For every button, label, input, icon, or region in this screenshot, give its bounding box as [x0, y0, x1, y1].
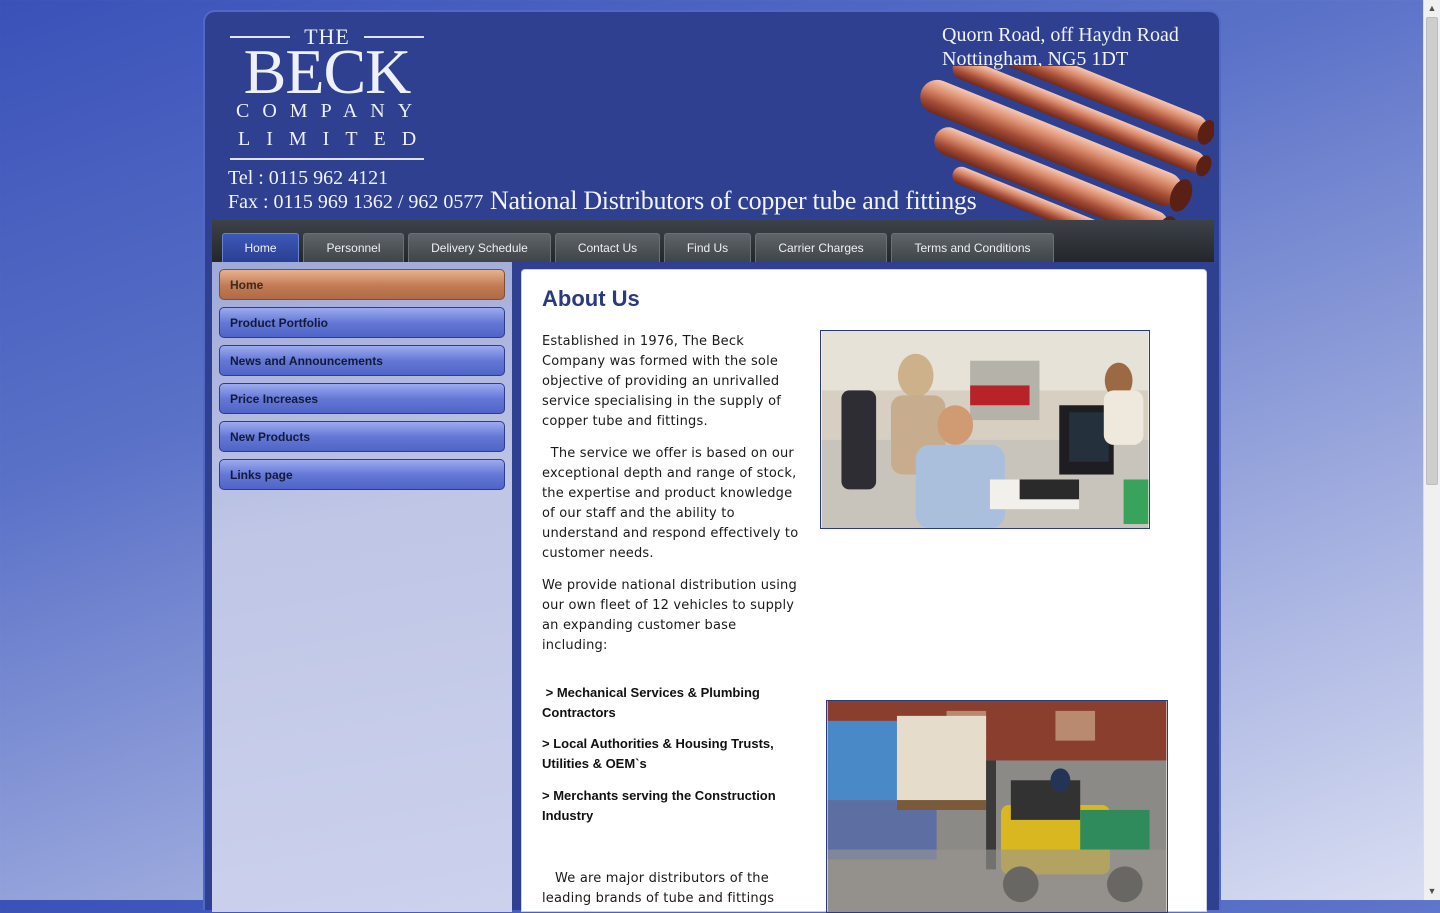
telephone-number: Tel : 0115 962 4121 [228, 167, 389, 189]
company-address: Quorn Road, off Haydn Road Nottingham, N… [942, 23, 1179, 71]
tab-find-us[interactable]: Find Us [664, 233, 751, 262]
tab-delivery-schedule[interactable]: Delivery Schedule [408, 233, 551, 262]
office-staff-photo [820, 330, 1150, 529]
main-content: About Us Established in 1976, The Beck C… [521, 269, 1207, 913]
logo-company: COMPANY [236, 100, 426, 122]
site-header: THE BECK COMPANY LIMITED Tel : 0115 962 … [212, 12, 1214, 220]
scroll-up-arrow-icon[interactable]: ▲ [1424, 0, 1440, 17]
service-paragraph: The service we offer is based on our exc… [542, 446, 803, 561]
sidebar-item-product-portfolio[interactable]: Product Portfolio [219, 307, 505, 338]
tab-personnel[interactable]: Personnel [303, 233, 404, 262]
customer-item: > Mechanical Services & Plumbing Contrac… [542, 685, 764, 720]
page-frame: THE BECK COMPANY LIMITED Tel : 0115 962 … [203, 10, 1221, 913]
sidebar: Home Product Portfolio News and Announce… [212, 262, 512, 912]
sidebar-item-new-products[interactable]: New Products [219, 421, 505, 452]
site-tagline: National Distributors of copper tube and… [490, 186, 977, 215]
page-title: About Us [542, 286, 640, 311]
forklift-photo [826, 700, 1168, 913]
top-navigation: Home Personnel Delivery Schedule Contact… [212, 220, 1214, 262]
intro-paragraph: Established in 1976, The Beck Company wa… [542, 334, 782, 429]
logo-limited: LIMITED [238, 128, 433, 150]
scroll-down-arrow-icon[interactable]: ▼ [1424, 883, 1440, 900]
customer-item: > Merchants serving the Construction Ind… [542, 788, 776, 823]
tab-home[interactable]: Home [222, 233, 299, 262]
sidebar-item-news-and-announcements[interactable]: News and Announcements [219, 345, 505, 376]
fax-number: Fax : 0115 969 1362 / 962 0577 [228, 191, 484, 213]
logo-beck: BECK [243, 36, 412, 107]
vertical-scrollbar[interactable]: ▲ ▼ [1423, 0, 1440, 900]
scrollbar-thumb[interactable] [1426, 17, 1438, 485]
sidebar-item-home[interactable]: Home [219, 269, 505, 300]
company-logo[interactable]: THE BECK COMPANY LIMITED [230, 24, 433, 162]
copper-pipes-image [920, 66, 1214, 220]
customer-item: > Local Authorities & Housing Trusts, Ut… [542, 736, 774, 771]
tab-terms-and-conditions[interactable]: Terms and Conditions [891, 233, 1054, 262]
address-line-1: Quorn Road, off Haydn Road [942, 24, 1179, 46]
tab-contact-us[interactable]: Contact Us [555, 233, 660, 262]
sidebar-item-price-increases[interactable]: Price Increases [219, 383, 505, 414]
brands-paragraph: We are major distributors of the leading… [542, 871, 775, 906]
sidebar-item-links-page[interactable]: Links page [219, 459, 505, 490]
tab-carrier-charges[interactable]: Carrier Charges [755, 233, 887, 262]
distribution-paragraph: We provide national distribution using o… [542, 578, 797, 653]
contact-numbers: Tel : 0115 962 4121 Fax : 0115 969 1362 … [228, 166, 483, 214]
